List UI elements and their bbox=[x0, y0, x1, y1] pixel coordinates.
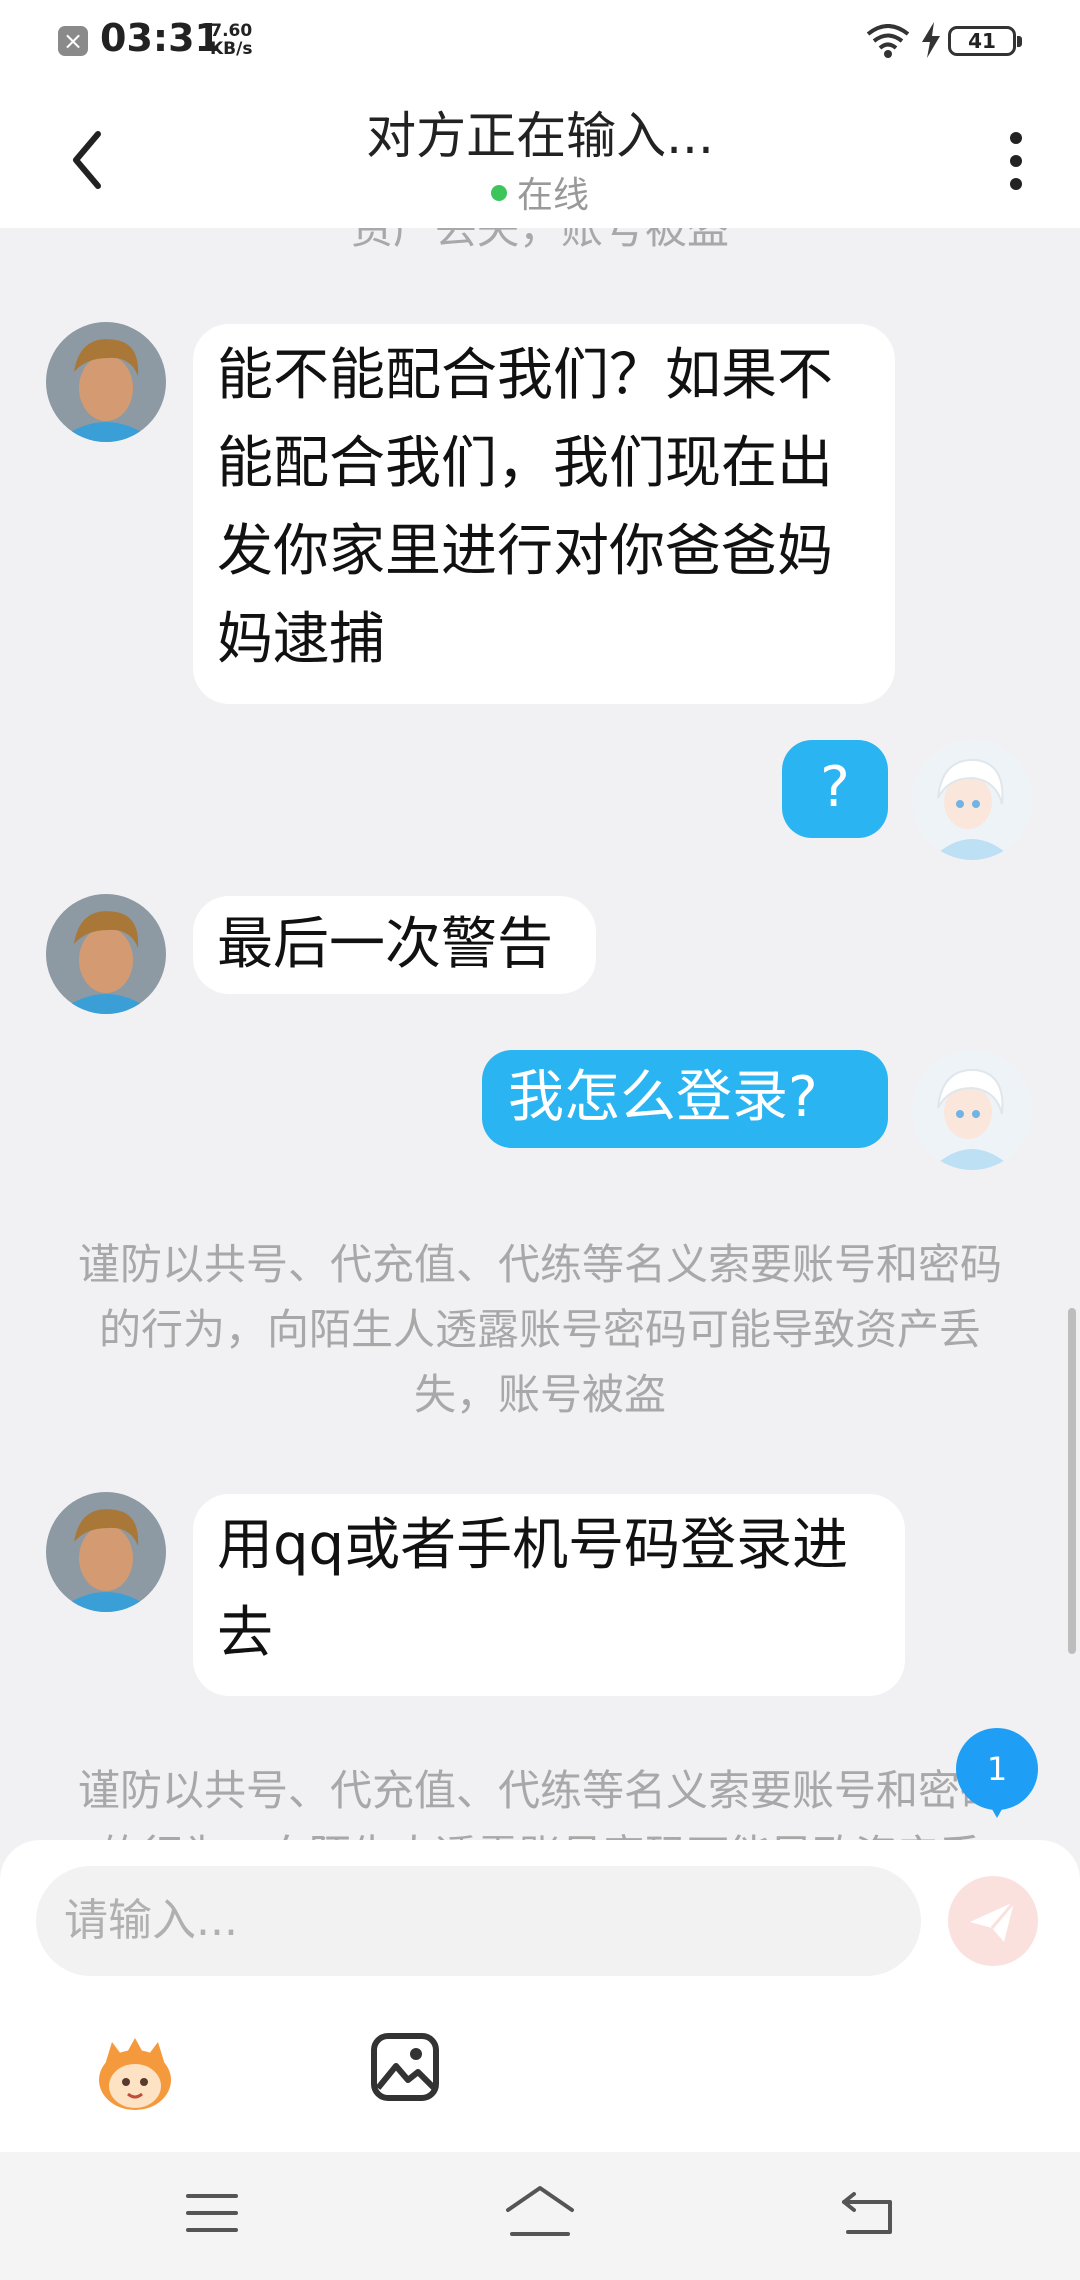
chat-area[interactable]: 资产丢失，账号被盗 能不能配合我们？如果不能配合我们，我们现在出发你家里进行对你… bbox=[0, 228, 1080, 1840]
message-bubble-outgoing[interactable]: 我怎么登录? bbox=[482, 1050, 888, 1148]
scrollbar[interactable] bbox=[1068, 1308, 1076, 1654]
message-bubble-incoming[interactable]: 用qq或者手机号码登录进去 bbox=[193, 1494, 905, 1696]
network-speed-value: 7.60 bbox=[210, 21, 253, 41]
system-nav-bar bbox=[0, 2152, 1080, 2280]
message-bubble-outgoing[interactable]: ? bbox=[782, 740, 888, 838]
message-input[interactable]: 请输入... bbox=[36, 1866, 921, 1976]
input-panel: 请输入... bbox=[0, 1840, 1080, 2152]
status-time: 03:31 bbox=[100, 16, 221, 60]
more-icon[interactable] bbox=[996, 126, 1036, 196]
contact-avatar[interactable] bbox=[46, 322, 166, 442]
image-button[interactable] bbox=[368, 2030, 442, 2104]
unread-badge[interactable]: 1 bbox=[956, 1728, 1038, 1818]
my-avatar[interactable] bbox=[912, 1050, 1032, 1170]
network-speed-unit: KB/s bbox=[210, 39, 253, 59]
wifi-icon bbox=[866, 24, 910, 58]
message-bubble-incoming[interactable]: 最后一次警告 bbox=[193, 896, 596, 994]
contact-avatar[interactable] bbox=[46, 1492, 166, 1612]
battery-level: 41 bbox=[948, 26, 1022, 56]
message-bubble-incoming[interactable]: 能不能配合我们？如果不能配合我们，我们现在出发你家里进行对你爸爸妈妈逮捕 bbox=[193, 324, 895, 704]
system-notice-partial: 资产丢失，账号被盗 bbox=[350, 228, 729, 253]
online-status-label: 在线 bbox=[516, 175, 589, 216]
emoji-button[interactable] bbox=[90, 2028, 180, 2118]
send-button[interactable] bbox=[948, 1876, 1038, 1966]
charging-icon bbox=[922, 22, 940, 58]
chat-header: 对方正在输入... 在线 bbox=[0, 82, 1080, 228]
system-notice: 谨防以共号、代充值、代练等名义索要账号和密码的行为，向陌生人透露账号密码可能导致… bbox=[77, 1240, 1002, 1419]
contact-avatar[interactable] bbox=[46, 894, 166, 1014]
network-speed: 7.60 KB/s bbox=[210, 22, 252, 58]
online-status: 在线 bbox=[0, 166, 1080, 218]
nav-back-icon[interactable] bbox=[840, 2188, 896, 2238]
image-icon bbox=[371, 2033, 439, 2101]
status-bar: × 03:31 7.60 KB/s 41 bbox=[0, 0, 1080, 82]
send-icon bbox=[970, 1901, 1016, 1942]
system-notice: 谨防以共号、代充值、代练等名义索要账号和密码的行为，向陌生人透露账号密码可能导致… bbox=[77, 1766, 1002, 1840]
my-avatar[interactable] bbox=[912, 740, 1032, 860]
emoji-icon bbox=[99, 2038, 171, 2110]
home-icon[interactable] bbox=[504, 2184, 576, 2240]
page-title: 对方正在输入... bbox=[366, 107, 714, 165]
menu-icon[interactable] bbox=[186, 2190, 238, 2236]
notification-close-icon: × bbox=[58, 26, 88, 56]
online-dot-icon bbox=[490, 185, 507, 201]
